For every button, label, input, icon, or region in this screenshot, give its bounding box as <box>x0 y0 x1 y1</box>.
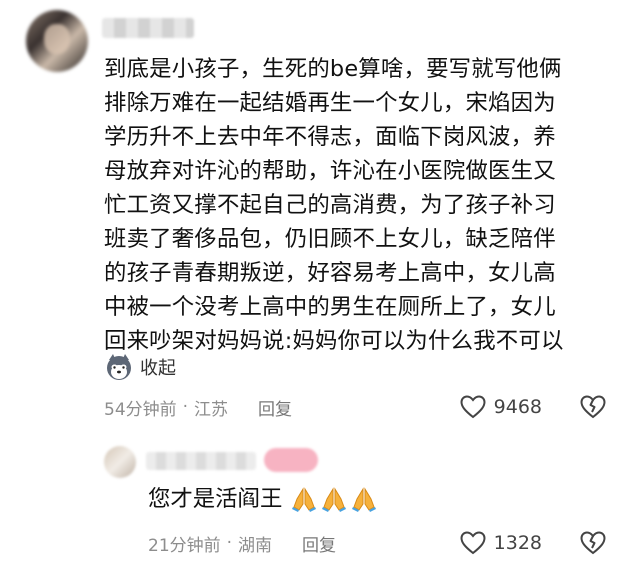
comment-line: 中被一个没考上高中的男生在厕所上了，女儿 <box>104 294 556 320</box>
reply-time: 21分钟前 <box>148 535 221 556</box>
heart-icon <box>460 395 486 419</box>
reply-button[interactable]: 回复 <box>258 395 292 420</box>
reply-meta: 21分钟前 · 湖南 回复 <box>148 530 336 556</box>
folded-hands-icon <box>322 487 347 512</box>
comment-meta: 54分钟前 · 江苏 回复 <box>104 394 292 420</box>
comment-time: 54分钟前 <box>104 399 177 420</box>
reply-body: 您才是活阎王 <box>148 482 378 516</box>
comment-location: 江苏 <box>194 399 229 420</box>
like-count: 9468 <box>493 396 542 418</box>
collapse-label: 收起 <box>140 358 176 379</box>
reply-text: 您才是活阎王 <box>148 486 283 512</box>
meta-separator: · <box>226 533 233 553</box>
meta-separator: · <box>182 397 189 417</box>
comment-line: 的孩子青春期叛逆，好容易考上高中，女儿高 <box>104 260 556 286</box>
comment-line: 母放弃对许沁的帮助，许沁在小医院做医生又 <box>104 158 556 184</box>
replier-avatar[interactable] <box>104 446 136 478</box>
commenter-avatar[interactable] <box>26 10 88 72</box>
replier-name-blurred[interactable] <box>146 452 256 470</box>
comment-line: 忙工资又撑不起自己的高消费，为了孩子补习 <box>104 192 556 218</box>
like-button[interactable]: 1328 <box>460 530 542 556</box>
reply-button[interactable]: 回复 <box>302 531 336 556</box>
like-button[interactable]: 9468 <box>460 394 542 420</box>
pray-emojis <box>290 485 378 513</box>
like-count: 1328 <box>493 532 542 554</box>
broken-heart-icon[interactable] <box>580 530 606 556</box>
reply-location: 湖南 <box>238 535 273 556</box>
heart-icon <box>460 531 486 555</box>
comment-line: 回来吵架对妈妈说:妈妈你可以为什么我不可以 <box>104 328 564 354</box>
comment-line: 班卖了奢侈品包，仍旧顾不上女儿，缺乏陪伴 <box>104 226 556 252</box>
comment-line: 排除万难在一起结婚再生一个女儿，宋焰因为 <box>104 90 556 116</box>
folded-hands-icon <box>352 487 377 512</box>
broken-heart-icon[interactable] <box>580 394 606 420</box>
author-badge-blurred <box>264 448 318 472</box>
husky-dog-icon <box>107 354 131 380</box>
comment-line: 到底是小孩子，生死的be算啥，要写就写他俩 <box>104 56 562 82</box>
comment-body: 到底是小孩子，生死的be算啥，要写就写他俩 排除万难在一起结婚再生一个女儿，宋焰… <box>104 52 634 358</box>
commenter-name-blurred[interactable] <box>102 18 194 38</box>
comment-line: 学历升不上去中年不得志，面临下岗风波，养 <box>104 124 556 150</box>
collapse-button[interactable]: 收起 <box>104 351 176 383</box>
folded-hands-icon <box>292 487 317 512</box>
